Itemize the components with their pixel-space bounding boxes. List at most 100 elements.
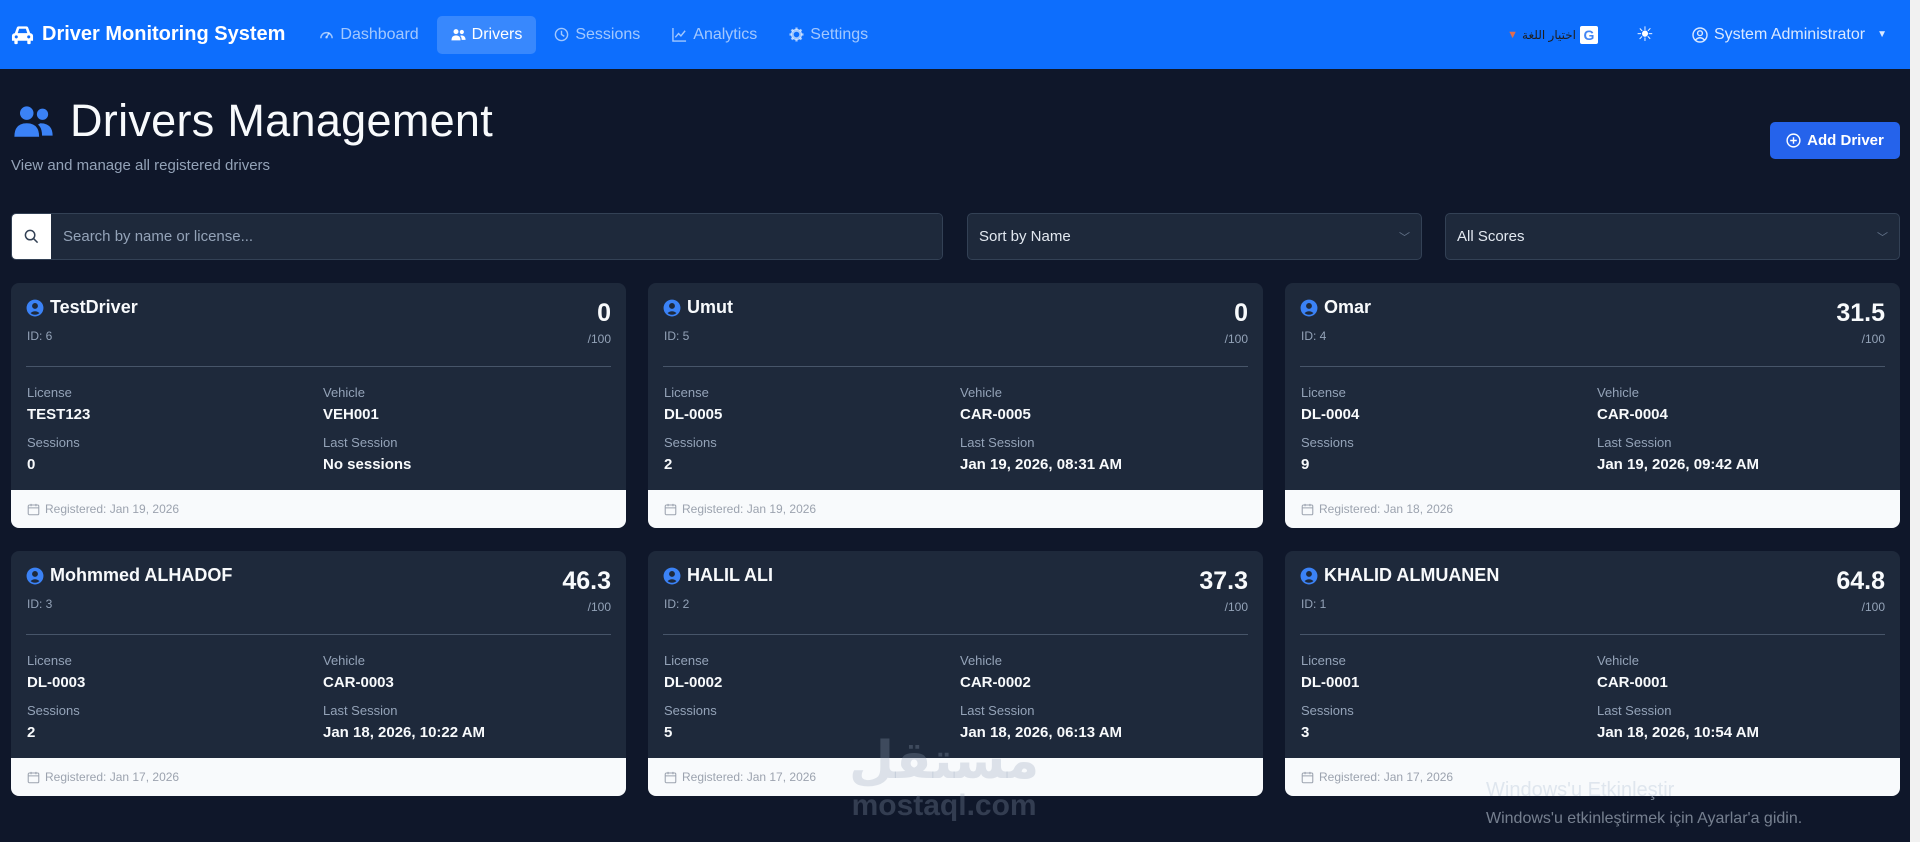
driver-card[interactable]: KHALID ALMUANEN ID: 1 64.8/100 License DL-00… [1285,551,1900,796]
card-divider [663,634,1248,635]
card-footer: Registered: Jan 19, 2026 [11,490,626,528]
calendar-icon [1301,771,1314,783]
card-divider [26,634,611,635]
driver-name-row: Umut [663,297,733,318]
vehicle-field: Vehicle CAR-0003 [323,653,394,691]
user-circle-icon [663,567,681,584]
license-value: DL-0005 [664,406,723,423]
score-max: /100 [1861,600,1885,614]
license-field: License DL-0004 [1301,385,1359,423]
license-field: License DL-0005 [664,385,722,423]
vehicle-field: Vehicle CAR-0001 [1597,653,1668,691]
driver-name: Umut [687,297,733,317]
driver-card-body: Mohmmed ALHADOF ID: 3 46.3/100 License DL-00… [11,551,626,758]
sessions-label: Sessions [27,435,80,450]
last-session-value: Jan 18, 2026, 10:54 AM [1597,724,1760,741]
score-value: 31.5 [1836,299,1885,327]
watermark: مستقل mostaql.com [849,735,1039,823]
vehicle-value: CAR-0003 [323,674,394,691]
language-label: اختيار اللغة [1522,27,1576,42]
driver-card[interactable]: Mohmmed ALHADOF ID: 3 46.3/100 License DL-00… [11,551,626,796]
driver-card-body: Umut ID: 5 0/100 License DL-0005 Vehicle CAR-0… [648,283,1263,490]
driver-score: 31.5/100 [1836,299,1885,347]
driver-name-row: TestDriver [26,297,138,318]
sessions-field: Sessions 5 [664,703,717,741]
driver-score: 37.3/100 [1199,569,1248,615]
license-field: License DL-0003 [27,653,85,691]
score-max: /100 [1861,332,1885,346]
sessions-field: Sessions 0 [27,435,80,473]
sessions-value: 2 [27,724,36,741]
calendar-icon [1301,503,1314,515]
add-driver-label: Add Driver [1807,132,1884,149]
driver-card[interactable]: TestDriver ID: 6 0/100 License TEST123 Vehicl… [11,283,626,528]
card-divider [663,366,1248,367]
driver-score: 0/100 [1224,299,1248,347]
activation-subtitle: Windows'u etkinleştirmek için Ayarlar'a … [1486,810,1803,827]
scrollbar[interactable] [1910,0,1920,842]
driver-name: KHALID ALMUANEN [1324,565,1500,585]
sessions-field: Sessions 3 [1301,703,1354,741]
score-max: /100 [587,332,611,346]
license-field: License TEST123 [27,385,90,423]
license-label: License [1301,385,1346,400]
registered-date: Registered: Jan 17, 2026 [45,770,180,784]
sessions-field: Sessions 2 [27,703,80,741]
user-menu[interactable]: System Administrator ▼ [1692,26,1887,44]
caret-down-icon: ▼ [1507,28,1519,41]
license-field: License DL-0002 [664,653,722,691]
registered-date: Registered: Jan 17, 2026 [682,770,817,784]
nav-sessions[interactable]: Sessions [540,16,654,54]
driver-name-row: HALIL ALI [663,565,773,586]
windows-activation-notice: Windows'u Etkinleştir Windows'u etkinleş… [1486,779,1802,828]
driver-card[interactable]: Umut ID: 5 0/100 License DL-0005 Vehicle CAR-0… [648,283,1263,528]
driver-id: ID: 6 [27,329,53,343]
sort-select-value: Sort by Name [979,228,1071,245]
theme-toggle-sun-icon[interactable]: ☀ [1636,22,1654,47]
search-input[interactable] [51,214,942,259]
score-filter-select[interactable]: All Scores ﹀ [1445,213,1900,260]
chart-line-icon [672,27,687,42]
brand[interactable]: Driver Monitoring System [11,23,285,46]
user-circle-icon [663,299,681,316]
last-session-field: Last Session Jan 18, 2026, 10:54 AM [1597,703,1759,741]
driver-score: 0/100 [587,301,611,347]
nav-label: Sessions [575,25,641,43]
language-selector[interactable]: ▼ اختيار اللغة G [1507,25,1598,44]
car-icon [11,25,34,44]
driver-name: Omar [1324,297,1372,317]
driver-card-body: Omar ID: 4 31.5/100 License DL-0004 Vehicle CA… [1285,283,1900,490]
user-name: System Administrator [1713,25,1866,43]
nav-dashboard[interactable]: Dashboard [305,16,432,54]
sessions-label: Sessions [27,703,80,718]
score-value: 0 [1234,299,1248,327]
nav-label: Drivers [471,25,523,43]
users-icon [451,29,466,41]
score-max: /100 [1224,332,1248,346]
nav-settings[interactable]: Settings [775,16,882,54]
nav-drivers[interactable]: Drivers [436,15,537,54]
last-session-value: No sessions [323,456,412,473]
score-max: /100 [587,600,611,614]
nav-analytics[interactable]: Analytics [658,16,771,54]
driver-id: ID: 2 [664,597,690,611]
license-value: DL-0001 [1301,674,1360,691]
driver-name: HALIL ALI [687,565,773,585]
vehicle-field: Vehicle VEH001 [323,385,379,423]
add-driver-button[interactable]: Add Driver [1770,122,1900,159]
sessions-label: Sessions [1301,703,1354,718]
chevron-down-icon: ﹀ [1877,231,1888,244]
vehicle-field: Vehicle CAR-0005 [960,385,1031,423]
sort-select[interactable]: Sort by Name ﹀ [967,213,1422,260]
top-navbar: Driver Monitoring System Dashboard Drive… [0,0,1910,69]
driver-name-row: Omar [1300,297,1371,318]
sessions-value: 9 [1301,456,1310,473]
card-footer: Registered: Jan 17, 2026 [11,758,626,796]
driver-card-body: TestDriver ID: 6 0/100 License TEST123 Vehicl… [11,283,626,490]
score-select-value: All Scores [1457,228,1525,245]
driver-card[interactable]: Omar ID: 4 31.5/100 License DL-0004 Vehicle CA… [1285,283,1900,528]
search-group [11,213,943,260]
sessions-value: 3 [1301,724,1310,741]
sessions-label: Sessions [664,435,717,450]
card-divider [1300,366,1885,367]
